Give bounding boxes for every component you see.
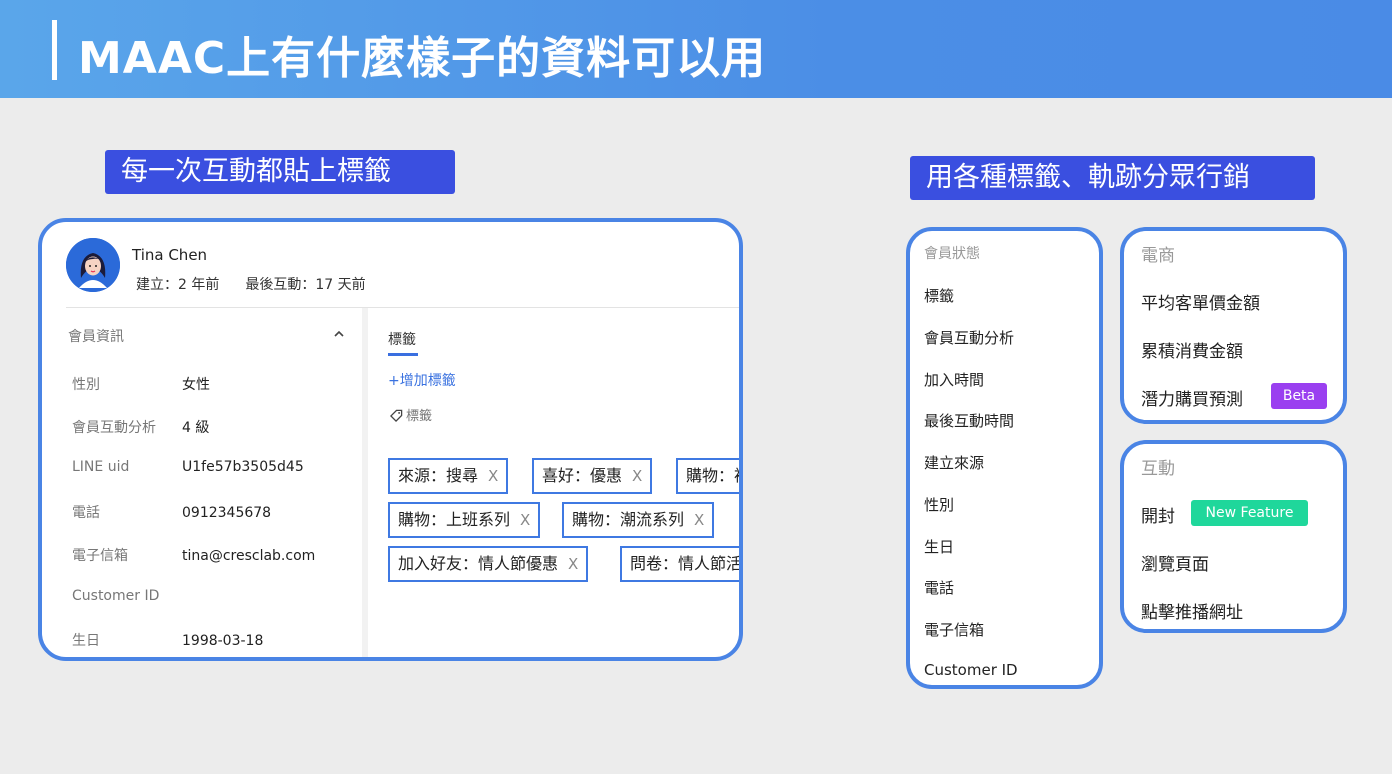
info-row-line-uid: LINE uid U1fe57b3505d45: [72, 459, 304, 475]
remove-tag-icon[interactable]: X: [694, 511, 704, 529]
page-header: MAAC上有什麼樣子的資料可以用: [0, 0, 1392, 98]
member-status-panel: 會員狀態 標籤 會員互動分析 加入時間 最後互動時間 建立來源 性別 生日 電話…: [906, 227, 1103, 689]
left-section-label: 每一次互動都貼上標籤: [105, 150, 455, 194]
ecommerce-title: 電商: [1141, 246, 1175, 266]
tag-chip[interactable]: 喜好：優惠 X: [532, 458, 653, 494]
created-time: 建立：2 年前: [136, 277, 220, 293]
member-name: Tina Chen: [132, 246, 208, 264]
interaction-title: 互動: [1141, 459, 1175, 479]
interaction-item: 瀏覽頁面: [1141, 555, 1209, 575]
add-tag-button[interactable]: +增加標籤: [388, 370, 456, 390]
member-status-item: 標籤: [924, 287, 955, 305]
remove-tag-icon[interactable]: X: [632, 467, 642, 485]
header-divider: [66, 307, 739, 308]
interaction-item: 開封: [1141, 507, 1175, 527]
member-status-item: 生日: [924, 538, 955, 556]
tag-chip[interactable]: 來源：搜尋 X: [388, 458, 509, 494]
tag-chip[interactable]: 購物：上班系列 X: [388, 502, 541, 538]
info-row-phone: 電話 0912345678: [72, 505, 272, 521]
ecommerce-panel: 電商 平均客單價金額 累積消費金額 潛力購買預測 Beta: [1120, 227, 1347, 424]
page-title: MAAC上有什麼樣子的資料可以用: [78, 33, 767, 84]
chevron-up-icon[interactable]: [332, 326, 346, 340]
member-profile-card: Tina Chen 建立：2 年前 最後互動：17 天前 會員資訊 性別 女性 會員…: [38, 218, 743, 661]
remove-tag-icon[interactable]: X: [520, 511, 530, 529]
header-accent-bar: [52, 20, 57, 80]
member-info-title: 會員資訊: [68, 329, 124, 345]
remove-tag-icon[interactable]: X: [488, 467, 498, 485]
beta-badge: Beta: [1271, 383, 1327, 409]
tag-chip[interactable]: 購物：裙裝X: [676, 458, 739, 494]
tag-chip[interactable]: 問卷：情人節活動問卷X: [620, 546, 739, 582]
column-divider: [362, 308, 368, 657]
ecommerce-item: 潛力購買預測: [1141, 390, 1243, 410]
avatar: [66, 238, 120, 292]
member-status-title: 會員狀態: [924, 246, 980, 262]
tag-chip[interactable]: 購物：潮流系列 X: [562, 502, 715, 538]
interaction-item: 點擊推播網址: [1141, 603, 1243, 623]
ecommerce-item: 累積消費金額: [1141, 342, 1243, 362]
member-status-item: 建立來源: [924, 454, 985, 472]
member-status-item: 電子信箱: [924, 621, 985, 639]
member-status-item: Customer ID: [924, 661, 1018, 679]
info-row-interaction-level: 會員互動分析 4 級: [72, 420, 210, 436]
info-row-birthday: 生日 1998-03-18: [72, 633, 264, 649]
info-row-gender: 性別 女性: [72, 377, 210, 393]
tag-chip[interactable]: 加入好友：情人節優惠 X: [388, 546, 589, 582]
member-status-item: 性別: [924, 496, 955, 514]
info-row-email: 電子信箱 tina@cresclab.com: [72, 548, 316, 564]
tag-icon: [390, 409, 403, 422]
tab-active-indicator: [388, 353, 418, 356]
info-row-customer-id: Customer ID: [72, 588, 160, 604]
member-status-item: 會員互動分析: [924, 329, 1015, 347]
tag-section-header: 標籤: [390, 405, 432, 424]
member-status-item: 電話: [924, 579, 955, 597]
interaction-panel: 互動 開封 New Feature 瀏覽頁面 點擊推播網址: [1120, 440, 1347, 633]
member-status-item: 最後互動時間: [924, 412, 1015, 430]
ecommerce-item: 平均客單價金額: [1141, 294, 1260, 314]
right-section-label: 用各種標籤、軌跡分眾行銷: [910, 156, 1315, 200]
member-meta: 建立：2 年前 最後互動：17 天前: [136, 274, 366, 294]
remove-tag-icon[interactable]: X: [568, 555, 578, 573]
new-feature-badge: New Feature: [1191, 500, 1308, 526]
tab-tags[interactable]: 標籤: [388, 329, 416, 349]
member-status-item: 加入時間: [924, 371, 985, 389]
last-interaction-time: 最後互動：17 天前: [245, 277, 366, 293]
